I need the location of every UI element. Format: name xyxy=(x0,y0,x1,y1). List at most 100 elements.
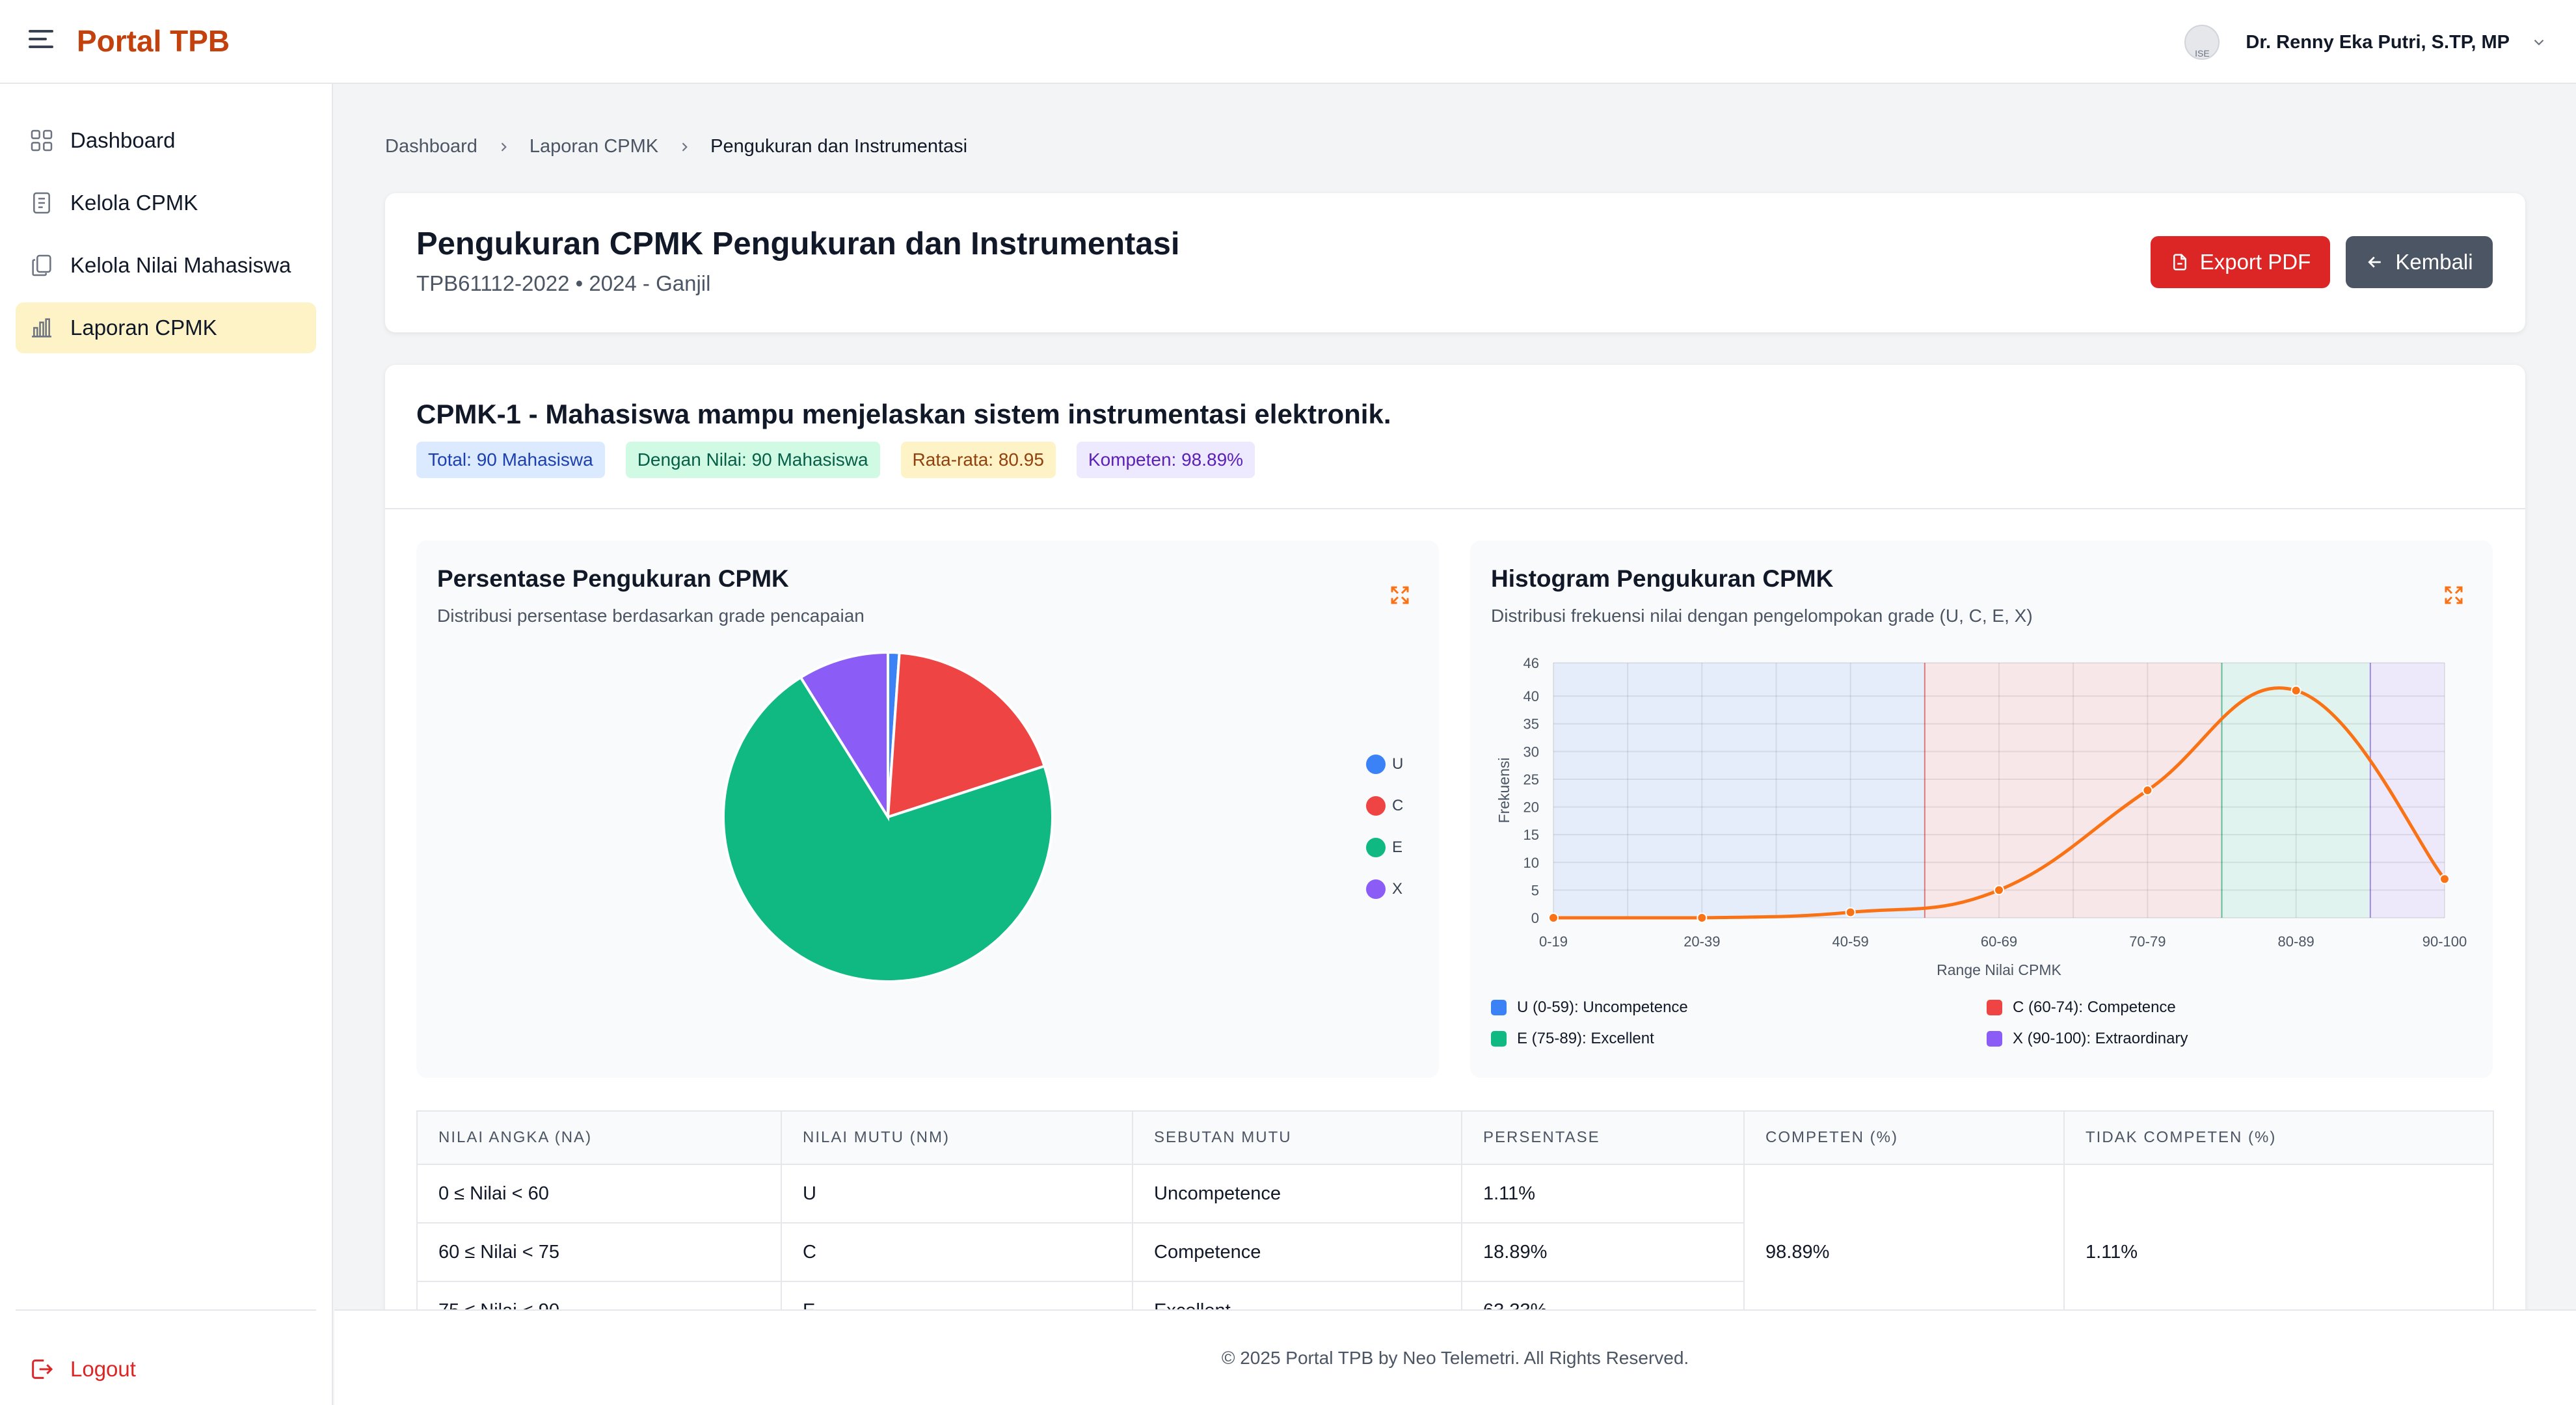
legend-swatch xyxy=(1491,1031,1507,1047)
histogram-panel: Histogram Pengukuran CPMK Distribusi fre… xyxy=(1470,541,2493,1078)
x-tick-label: 70-79 xyxy=(2129,933,2166,950)
documents-icon xyxy=(32,254,51,276)
legend-item-x[interactable]: X (90-100): Extraordinary xyxy=(1987,1030,2188,1048)
legend-label: C xyxy=(1392,797,1404,814)
legend-item-c[interactable]: C (60-74): Competence xyxy=(1987,998,2176,1017)
legend-dot xyxy=(1366,755,1386,774)
y-tick-label: 30 xyxy=(1523,743,1539,760)
user-name: Dr. Renny Eka Putri, S.TP, MP xyxy=(2246,31,2510,53)
data-point xyxy=(2439,874,2450,885)
menu-icon[interactable] xyxy=(29,30,53,52)
chevron-right-icon xyxy=(682,142,688,152)
data-point xyxy=(1994,885,2004,896)
brand-title[interactable]: Portal TPB xyxy=(77,23,230,59)
legend-label: X xyxy=(1392,880,1403,898)
breadcrumb-laporan[interactable]: Laporan CPMK xyxy=(530,136,658,157)
legend-item-x[interactable]: X xyxy=(1366,868,1403,910)
x-tick-label: 40-59 xyxy=(1832,933,1869,950)
avatar[interactable]: ISE xyxy=(2184,25,2220,60)
legend-swatch xyxy=(1491,1000,1507,1015)
column-header: NILAI MUTU (NM) xyxy=(781,1110,1133,1165)
chevron-down-icon[interactable] xyxy=(2530,34,2547,51)
user-menu[interactable]: ISE Dr. Renny Eka Putri, S.TP, MP xyxy=(2184,22,2547,62)
legend-item-e[interactable]: E (75-89): Excellent xyxy=(1491,1030,1654,1048)
sidebar-divider xyxy=(16,1309,316,1311)
column-header: PERSENTASE xyxy=(1461,1110,1745,1165)
histogram-chart: 0 5 10 15 20 25 30 35 40 46 0-19 20-39 40-59 60-69 70-… xyxy=(1496,655,2467,978)
table-cell: 60 ≤ Nilai < 75 xyxy=(416,1222,782,1282)
table-cell: 1.11% xyxy=(1461,1164,1745,1224)
average-badge: Rata-rata: 80.95 xyxy=(900,442,1056,478)
x-tick-label: 20-39 xyxy=(1684,933,1720,950)
y-tick-label: 46 xyxy=(1523,655,1539,671)
legend-swatch xyxy=(1987,1000,2002,1015)
x-tick-label: 0-19 xyxy=(1539,933,1568,950)
legend-item-e[interactable]: E xyxy=(1366,827,1403,868)
table-cell: 0 ≤ Nilai < 60 xyxy=(416,1164,782,1224)
top-bar: Portal TPB ISE Dr. Renny Eka Putri, S.TP… xyxy=(0,0,2576,84)
table-row: 0 ≤ Nilai < 60 U Uncompetence 1.11% 98.8… xyxy=(416,1164,2494,1309)
sidebar-item-laporan-cpmk[interactable]: Laporan CPMK xyxy=(16,302,316,353)
table-cell: E xyxy=(781,1281,1133,1309)
sidebar-item-label: Kelola CPMK xyxy=(70,191,198,215)
pie-chart xyxy=(722,650,1054,983)
back-button[interactable]: Kembali xyxy=(2346,236,2493,288)
grade-band-u xyxy=(1553,663,1925,918)
grade-table: NILAI ANGKA (NA) NILAI MUTU (NM) SEBUTAN… xyxy=(416,1110,2494,1309)
y-tick-label: 35 xyxy=(1523,716,1539,732)
y-tick-label: 15 xyxy=(1523,827,1539,843)
y-tick-label: 40 xyxy=(1523,688,1539,704)
grid-icon xyxy=(31,129,53,152)
avatar-alt-text: ISE xyxy=(2195,48,2210,59)
competent-badge: Kompeten: 98.89% xyxy=(1076,442,1255,478)
file-pdf-icon xyxy=(2173,254,2186,271)
legend-label: C (60-74): Competence xyxy=(2013,998,2176,1016)
data-point xyxy=(1845,907,1856,918)
y-tick-label: 10 xyxy=(1523,855,1539,871)
legend-item-u[interactable]: U xyxy=(1366,743,1403,785)
legend-item-u[interactable]: U (0-59): Uncompetence xyxy=(1491,998,1688,1017)
legend-label: E xyxy=(1392,838,1403,856)
logout-label: Logout xyxy=(70,1357,136,1381)
sidebar-item-label: Kelola Nilai Mahasiswa xyxy=(70,253,291,277)
pie-legend: U C E X xyxy=(1366,743,1403,910)
competen-cell: 98.89% xyxy=(1743,1164,2065,1309)
legend-label: E (75-89): Excellent xyxy=(1517,1030,1654,1047)
data-point xyxy=(2142,785,2153,796)
x-tick-label: 60-69 xyxy=(1981,933,2017,950)
logout-button[interactable]: Logout xyxy=(29,1356,136,1382)
export-pdf-button[interactable]: Export PDF xyxy=(2151,236,2330,288)
y-tick-label: 5 xyxy=(1531,882,1539,898)
page-title: Pengukuran CPMK Pengukuran dan Instrumen… xyxy=(416,226,1180,261)
logout-icon xyxy=(32,1359,53,1379)
page-subtitle: TPB61112-2022 • 2024 - Ganjil xyxy=(416,271,711,295)
y-tick-label: 20 xyxy=(1523,799,1539,816)
chevron-right-icon xyxy=(501,142,507,152)
legend-item-c[interactable]: C xyxy=(1366,785,1403,827)
total-badge: Total: 90 Mahasiswa xyxy=(416,442,605,478)
cpmk-card: CPMK-1 - Mahasiswa mampu menjelaskan sis… xyxy=(385,365,2525,1309)
y-axis-label: Frekuensi xyxy=(1496,758,1512,823)
header-card: Pengukuran CPMK Pengukuran dan Instrumen… xyxy=(385,193,2525,332)
table-cell: Competence xyxy=(1132,1222,1462,1282)
sidebar-item-kelola-nilai[interactable]: Kelola Nilai Mahasiswa xyxy=(16,240,316,291)
legend-dot xyxy=(1366,796,1386,816)
data-point xyxy=(1548,913,1559,923)
document-list-icon xyxy=(33,192,50,214)
sidebar: Dashboard Kelola CPMK Kelola Nilai Mahas… xyxy=(0,84,333,1405)
sidebar-item-kelola-cpmk[interactable]: Kelola CPMK xyxy=(16,178,316,228)
x-axis-label: Range Nilai CPMK xyxy=(1937,961,2061,978)
legend-swatch xyxy=(1987,1031,2002,1047)
bar-chart-icon xyxy=(32,318,51,338)
sidebar-item-label: Laporan CPMK xyxy=(70,315,217,340)
legend-label: U xyxy=(1392,755,1404,773)
column-header: COMPETEN (%) xyxy=(1743,1110,2065,1165)
cpmk-title: CPMK-1 - Mahasiswa mampu menjelaskan sis… xyxy=(416,399,1391,429)
sidebar-item-dashboard[interactable]: Dashboard xyxy=(16,115,316,166)
breadcrumb: Dashboard Laporan CPMK Pengukuran dan In… xyxy=(385,136,967,157)
legend-dot xyxy=(1366,879,1386,899)
cpmk-badges: Total: 90 Mahasiswa Dengan Nilai: 90 Mah… xyxy=(416,442,1276,478)
table-cell: Uncompetence xyxy=(1132,1164,1462,1224)
breadcrumb-dashboard[interactable]: Dashboard xyxy=(385,136,477,157)
column-header: TIDAK COMPETEN (%) xyxy=(2063,1110,2494,1165)
